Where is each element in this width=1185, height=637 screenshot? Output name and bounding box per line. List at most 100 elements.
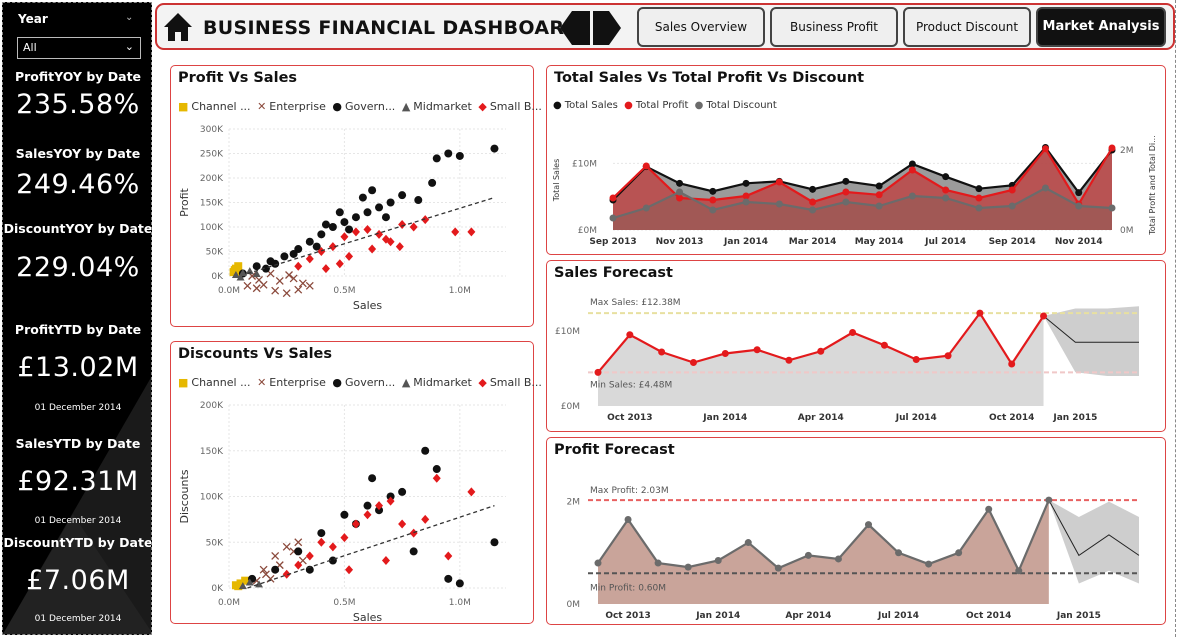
- kpi-sidebar: Year ⌄ All ⌄ ProfitYOY by Date 235.58% S…: [2, 2, 152, 635]
- data-point: [363, 208, 372, 217]
- x-tick-label: Jan 2014: [702, 413, 747, 423]
- data-point: [398, 191, 407, 200]
- data-point: [289, 249, 298, 258]
- reference-label: Min Sales: £4.48M: [590, 380, 672, 390]
- data-point: [842, 188, 850, 196]
- legend-item[interactable]: Small B...: [490, 376, 542, 389]
- data-point: [849, 329, 857, 336]
- legend-item[interactable]: Govern...: [345, 376, 395, 389]
- nav-forward-icon[interactable]: [593, 11, 621, 45]
- data-point: [285, 271, 293, 279]
- data-point: [294, 285, 303, 294]
- kpi-label-sales-ytd: SalesYTD by Date: [15, 436, 141, 451]
- x-tick-label: Jul 2014: [895, 413, 937, 423]
- data-point: [721, 350, 729, 357]
- data-point: [742, 179, 750, 187]
- data-point: [775, 200, 783, 208]
- data-point: [409, 547, 418, 556]
- legend-marker-triangle-icon: ▲: [401, 100, 411, 113]
- data-point: [451, 227, 460, 237]
- y-tick-label: 300K: [200, 125, 224, 135]
- data-point: [298, 556, 307, 565]
- kpi-date-discount-ytd: 01 December 2014: [34, 614, 122, 624]
- legend-marker-x-icon: ✕: [257, 100, 267, 113]
- data-point: [842, 198, 850, 206]
- y-tick-label: 100K: [200, 223, 224, 233]
- data-point: [368, 186, 377, 195]
- data-point: [363, 510, 372, 520]
- data-point: [375, 203, 384, 212]
- data-point: [432, 473, 441, 483]
- y-tick-label: £10M: [572, 159, 597, 169]
- data-point: [942, 173, 950, 181]
- data-point: [368, 474, 377, 483]
- y-tick-label: 50K: [206, 538, 224, 548]
- data-point: [809, 198, 817, 206]
- legend-item[interactable]: Small B...: [490, 100, 542, 113]
- legend-item[interactable]: Govern...: [345, 100, 395, 113]
- collapse-chevron-icon[interactable]: ⌄: [125, 12, 133, 23]
- data-point: [305, 281, 314, 290]
- data-point: [1075, 202, 1083, 210]
- legend-item[interactable]: Channel ...: [191, 100, 250, 113]
- data-point: [271, 565, 280, 574]
- x-tick-label: 0.5M: [333, 598, 355, 608]
- kpi-value-sales-yoy: 249.46%: [16, 169, 140, 200]
- forecast-band: [1048, 500, 1139, 584]
- home-icon[interactable]: [163, 11, 193, 43]
- data-point: [809, 206, 817, 214]
- legend-marker-circle-icon: ●: [553, 100, 562, 111]
- data-point: [321, 264, 330, 274]
- data-point: [742, 192, 750, 200]
- data-point: [744, 539, 752, 547]
- nav-back-icon[interactable]: [560, 11, 590, 45]
- sales-profit-discount-area-chart[interactable]: £0M £10M 0M 2M Total Sales Total Profit and T…: [547, 118, 1165, 253]
- profit-vs-sales-scatter[interactable]: 0K 50K 100K 150K 200K 250K 300K 0.0M 0.5M 1.0M Sal…: [171, 121, 533, 321]
- data-point: [1108, 144, 1116, 152]
- legend-item[interactable]: Total Discount: [706, 100, 776, 111]
- chart-legend: ● Total Sales ● Total Profit ● Total Discou…: [553, 100, 780, 111]
- discounts-vs-sales-scatter[interactable]: 0K 50K 100K 150K 200K 0.0M 0.5M 1.0M Sales Discou…: [171, 397, 533, 622]
- kpi-label-sales-yoy: SalesYOY by Date: [15, 146, 141, 161]
- data-point: [340, 533, 349, 543]
- data-point: [875, 182, 883, 190]
- year-dropdown[interactable]: All ⌄: [17, 37, 141, 59]
- data-point: [594, 368, 602, 376]
- kpi-value-discount-yoy: 229.04%: [16, 252, 140, 283]
- data-point: [490, 538, 499, 547]
- data-point: [305, 551, 314, 561]
- legend-item[interactable]: Total Profit: [636, 100, 689, 111]
- data-point: [975, 204, 983, 212]
- tab-business-profit[interactable]: Business Profit: [770, 7, 898, 47]
- y-axis-title: Profit: [178, 187, 191, 216]
- tab-sales-overview[interactable]: Sales Overview: [637, 7, 765, 47]
- y-tick-label: £0M: [561, 402, 580, 412]
- y2-axis-title: Total Profit and Total Di...: [1148, 135, 1157, 235]
- legend-item[interactable]: Enterprise: [269, 376, 326, 389]
- legend-item[interactable]: Midmarket: [413, 376, 472, 389]
- legend-item[interactable]: Midmarket: [413, 100, 472, 113]
- sales-forecast-chart[interactable]: £0M £10M Max Sales: £12.38M Min Sales: £4.4…: [547, 289, 1165, 429]
- profit-forecast-chart[interactable]: 0M 2M Max Profit: 2.03M Min Profit: 0.60M Oc…: [547, 464, 1165, 624]
- data-point: [912, 356, 920, 363]
- x-tick-label: Jul 2014: [877, 611, 919, 621]
- reference-label: Max Profit: 2.03M: [590, 486, 669, 496]
- data-point: [942, 186, 950, 194]
- legend-marker-square-icon: ■: [178, 376, 189, 389]
- data-point: [865, 521, 872, 529]
- data-point: [676, 194, 684, 202]
- sales-profit-discount-panel: Total Sales Vs Total Profit Vs Discount …: [546, 65, 1166, 255]
- data-point: [689, 359, 697, 366]
- tab-product-discount[interactable]: Product Discount: [903, 7, 1031, 47]
- x-tick-label: Apr 2014: [785, 611, 831, 621]
- y-tick-label: 150K: [200, 447, 224, 457]
- data-point: [328, 542, 337, 552]
- tab-market-analysis[interactable]: Market Analysis: [1036, 7, 1166, 47]
- data-point: [305, 237, 314, 246]
- data-point: [271, 259, 280, 268]
- data-point: [294, 538, 303, 547]
- data-point: [298, 279, 307, 288]
- legend-item[interactable]: Enterprise: [269, 100, 326, 113]
- legend-item[interactable]: Channel ...: [191, 376, 250, 389]
- legend-item[interactable]: Total Sales: [565, 100, 618, 111]
